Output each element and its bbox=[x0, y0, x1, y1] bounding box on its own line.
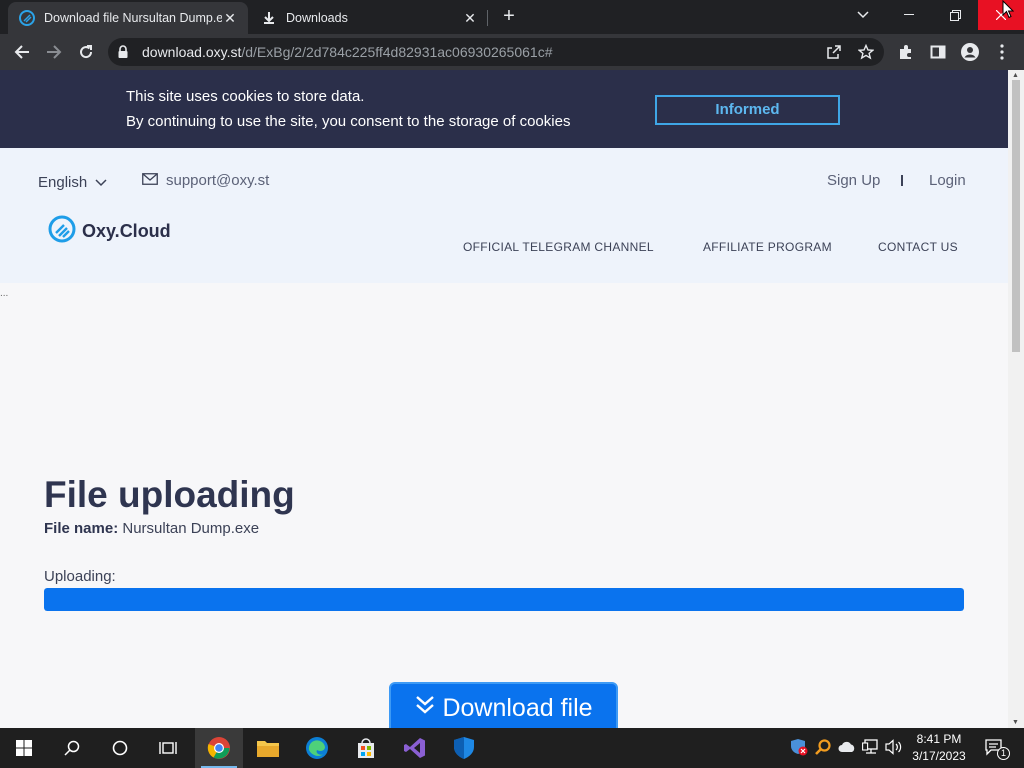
uploading-label: Uploading: bbox=[44, 568, 116, 585]
double-chevron-down-icon bbox=[414, 694, 436, 723]
page-viewport: This site uses cookies to store data. By… bbox=[0, 70, 1008, 728]
back-icon[interactable] bbox=[8, 38, 36, 66]
page-title: File uploading bbox=[44, 474, 295, 515]
lock-icon[interactable] bbox=[118, 45, 128, 63]
menu-icon[interactable] bbox=[988, 38, 1016, 66]
nav-telegram-channel[interactable]: OFFICIAL TELEGRAM CHANNEL bbox=[463, 240, 654, 254]
cookie-text-line2: By continuing to use the site, you conse… bbox=[126, 113, 571, 130]
tab-strip: Download file Nursultan Dump.e ✕ Downloa… bbox=[0, 0, 1024, 34]
scroll-down-arrow-icon[interactable]: ▼ bbox=[1012, 719, 1019, 726]
file-explorer-icon[interactable] bbox=[244, 728, 292, 768]
network-icon[interactable] bbox=[862, 738, 880, 756]
windows-start-icon[interactable] bbox=[0, 728, 48, 768]
restore-icon[interactable] bbox=[932, 0, 978, 30]
close-tab-icon[interactable]: ✕ bbox=[462, 10, 478, 26]
support-email-text: support@oxy.st bbox=[166, 172, 270, 189]
search-icon[interactable] bbox=[48, 728, 96, 768]
oxy-cloud-logo-icon bbox=[48, 215, 76, 248]
close-tab-icon[interactable]: ✕ bbox=[222, 10, 238, 26]
chrome-taskbar-icon[interactable] bbox=[195, 728, 243, 768]
new-tab-icon[interactable]: + bbox=[498, 5, 520, 27]
cortana-icon[interactable] bbox=[96, 728, 144, 768]
url-text[interactable]: download.oxy.st/d/ExBg/2/2d784c225ff4d82… bbox=[142, 44, 553, 60]
defender-warning-tray-icon[interactable] bbox=[790, 738, 808, 756]
url-host: download.oxy.st bbox=[142, 44, 242, 60]
notification-count-badge: 1 bbox=[997, 747, 1010, 760]
envelope-icon bbox=[142, 172, 158, 189]
site-header: English support@oxy.st Sign Up Login Oxy… bbox=[0, 148, 1008, 283]
page-scrollbar[interactable]: ▲ ▼ bbox=[1008, 70, 1024, 728]
chevron-down-icon bbox=[95, 174, 107, 191]
windows-security-icon[interactable] bbox=[440, 728, 488, 768]
tab-downloads[interactable]: Downloads ✕ bbox=[250, 2, 488, 34]
download-icon bbox=[261, 10, 277, 26]
cookie-banner: This site uses cookies to store data. By… bbox=[0, 70, 1008, 148]
auth-divider bbox=[901, 175, 903, 186]
oxy-cloud-favicon-icon bbox=[19, 10, 35, 26]
cookie-text-line1: This site uses cookies to store data. bbox=[126, 88, 365, 105]
tab-title: Download file Nursultan Dump.e bbox=[44, 11, 222, 25]
cookie-accept-button[interactable]: Informed bbox=[655, 95, 840, 125]
edge-icon[interactable] bbox=[293, 728, 341, 768]
windows-taskbar: 8:41 PM 3/17/2023 1 bbox=[0, 728, 1024, 768]
support-email-link[interactable]: support@oxy.st bbox=[142, 172, 269, 189]
sign-up-link[interactable]: Sign Up bbox=[827, 172, 880, 189]
tab-download-file[interactable]: Download file Nursultan Dump.e ✕ bbox=[8, 2, 248, 34]
mouse-cursor-icon bbox=[1002, 0, 1015, 24]
bookmark-star-icon[interactable] bbox=[856, 42, 876, 62]
upload-progress-fill bbox=[44, 588, 964, 611]
scroll-up-arrow-icon[interactable]: ▲ bbox=[1012, 72, 1019, 79]
minimize-icon[interactable] bbox=[886, 0, 932, 30]
site-logo[interactable]: Oxy.Cloud bbox=[48, 215, 171, 248]
clock-time: 8:41 PM bbox=[916, 732, 962, 746]
file-name-row: File name: Nursultan Dump.exe bbox=[44, 520, 259, 537]
side-panel-icon[interactable] bbox=[924, 38, 952, 66]
nav-affiliate-program[interactable]: AFFILIATE PROGRAM bbox=[703, 240, 832, 254]
volume-icon[interactable] bbox=[885, 738, 903, 756]
share-icon[interactable] bbox=[824, 42, 844, 62]
visual-studio-icon[interactable] bbox=[391, 728, 439, 768]
forward-icon[interactable] bbox=[40, 38, 68, 66]
search-tray-icon[interactable] bbox=[814, 738, 832, 756]
file-name-label: File name: bbox=[44, 520, 119, 537]
profile-icon[interactable] bbox=[956, 38, 984, 66]
upload-progress-bar bbox=[44, 588, 964, 611]
reload-icon[interactable] bbox=[72, 38, 100, 66]
url-path: /d/ExBg/2/2d784c225ff4d82931ac0693026506… bbox=[241, 44, 553, 60]
tab-search-icon[interactable] bbox=[840, 0, 886, 30]
clock-date: 3/17/2023 bbox=[912, 749, 966, 763]
extensions-icon[interactable] bbox=[892, 38, 920, 66]
language-label: English bbox=[38, 174, 88, 191]
address-bar[interactable]: download.oxy.st/d/ExBg/2/2d784c225ff4d82… bbox=[108, 38, 884, 66]
scrollbar-thumb[interactable] bbox=[1012, 80, 1020, 352]
language-selector[interactable]: English bbox=[38, 174, 107, 191]
onedrive-cloud-icon[interactable] bbox=[838, 738, 856, 756]
taskbar-clock[interactable]: 8:41 PM 3/17/2023 bbox=[905, 731, 973, 765]
tab-title: Downloads bbox=[286, 11, 348, 25]
login-link[interactable]: Login bbox=[929, 172, 966, 189]
brand-name: Oxy.Cloud bbox=[82, 221, 171, 241]
nav-contact-us[interactable]: CONTACT US bbox=[878, 240, 958, 254]
download-file-button[interactable]: Download file bbox=[389, 682, 618, 728]
tab-separator bbox=[487, 10, 488, 26]
window-close-icon[interactable] bbox=[978, 0, 1024, 30]
task-view-icon[interactable] bbox=[144, 728, 192, 768]
download-file-label: Download file bbox=[442, 693, 593, 722]
ellipsis-text: ... bbox=[0, 288, 9, 299]
microsoft-store-icon[interactable] bbox=[342, 728, 390, 768]
file-name-value: Nursultan Dump.exe bbox=[122, 520, 260, 537]
